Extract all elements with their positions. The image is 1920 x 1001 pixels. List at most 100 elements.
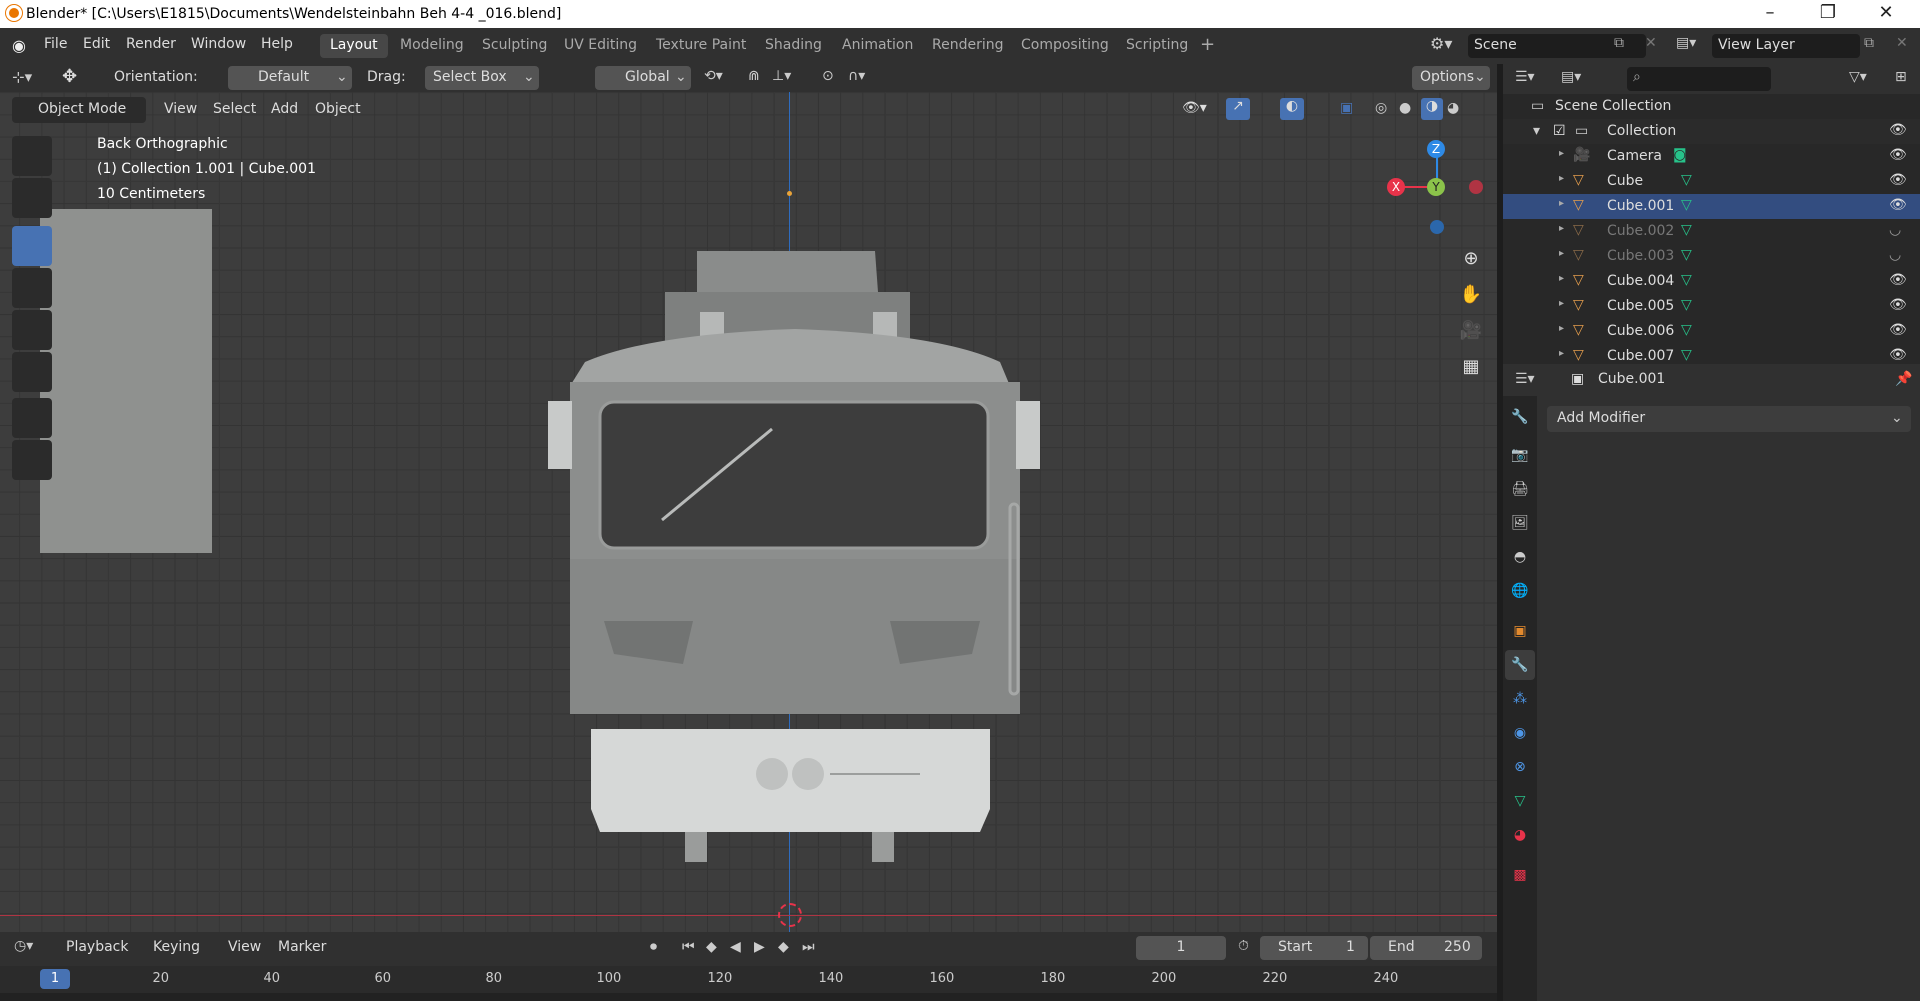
pivot-point-icon[interactable]: ⟲▾ bbox=[704, 68, 723, 84]
eye-icon[interactable]: 👁 bbox=[1889, 172, 1907, 188]
mesh-data-icon[interactable]: ▽ bbox=[1681, 297, 1692, 313]
collection-row[interactable]: ▾ ☑ ▭ Collection 👁 bbox=[1503, 119, 1920, 144]
material-shading-icon[interactable]: ◑ bbox=[1421, 98, 1443, 120]
editor-type-icon[interactable]: ⊹▾ bbox=[12, 68, 32, 86]
tool-tab-icon[interactable]: 🔧 bbox=[1505, 402, 1535, 432]
outliner-item-cube-006[interactable]: ▸ ▽ Cube.006 ▽ 👁 bbox=[1503, 319, 1920, 344]
visibility-icon[interactable]: 👁▾ bbox=[1182, 100, 1207, 116]
snap-icon[interactable]: ⋒ bbox=[748, 68, 760, 84]
jump-start-icon[interactable]: ⏮ bbox=[682, 939, 695, 955]
move-active-tool-icon[interactable]: ✥ bbox=[62, 66, 77, 87]
add-modifier-dropdown[interactable]: Add Modifier ⌄ bbox=[1547, 406, 1911, 432]
pan-hand-icon[interactable]: ✋ bbox=[1456, 280, 1486, 310]
object-mode-dropdown[interactable]: Object Mode bbox=[12, 97, 146, 123]
tab-animation[interactable]: Animation bbox=[832, 34, 923, 58]
gizmo-neg-z-icon[interactable] bbox=[1430, 220, 1444, 234]
pin-icon[interactable]: 📌 bbox=[1895, 371, 1912, 387]
properties-editor-icon[interactable]: ☰▾ bbox=[1515, 371, 1535, 387]
expand-icon[interactable]: ▸ bbox=[1559, 323, 1564, 334]
filter-icon[interactable]: ▽▾ bbox=[1849, 69, 1867, 85]
expand-icon[interactable]: ▸ bbox=[1559, 148, 1564, 159]
tab-scripting[interactable]: Scripting bbox=[1116, 34, 1198, 58]
menu-playback[interactable]: Playback bbox=[66, 939, 128, 955]
render-tab-icon[interactable]: 📷 bbox=[1505, 440, 1535, 470]
drag-dropdown[interactable]: Select Box ⌄ bbox=[425, 66, 539, 90]
menu-view[interactable]: View bbox=[164, 101, 197, 117]
modifier-tab-icon[interactable]: 🔧 bbox=[1505, 650, 1535, 680]
outliner-item-cube-005[interactable]: ▸ ▽ Cube.005 ▽ 👁 bbox=[1503, 294, 1920, 319]
scene-selector-icon[interactable]: ⚙▾ bbox=[1430, 34, 1452, 53]
gizmo-z-icon[interactable]: Z bbox=[1427, 140, 1445, 158]
gizmo-x-icon[interactable]: X bbox=[1387, 178, 1405, 196]
transform-tool-icon[interactable] bbox=[12, 352, 52, 392]
expand-icon[interactable]: ▸ bbox=[1559, 223, 1564, 234]
tab-rendering[interactable]: Rendering bbox=[922, 34, 1014, 58]
new-scene-icon[interactable]: ⧉ bbox=[1614, 35, 1624, 51]
expand-icon[interactable]: ▸ bbox=[1559, 298, 1564, 309]
outliner-editor-icon[interactable]: ☰▾ bbox=[1515, 69, 1535, 85]
viewlayer-field[interactable]: View Layer bbox=[1712, 34, 1860, 58]
eye-icon[interactable]: 👁 bbox=[1889, 147, 1907, 163]
new-viewlayer-icon[interactable]: ⧉ bbox=[1864, 35, 1874, 51]
menu-file[interactable]: File bbox=[44, 36, 67, 52]
outliner-item-camera[interactable]: ▸ 🎥 Camera ◙ 👁 bbox=[1503, 144, 1920, 169]
annotate-tool-icon[interactable] bbox=[12, 398, 52, 438]
expand-icon[interactable]: ▸ bbox=[1559, 273, 1564, 284]
orientation-dropdown[interactable]: Default ⌄ bbox=[228, 66, 352, 90]
menu-object[interactable]: Object bbox=[315, 101, 361, 117]
rendered-shading-icon[interactable]: ◕ bbox=[1447, 100, 1459, 116]
rotate-tool-icon[interactable] bbox=[12, 268, 52, 308]
outliner-search-input[interactable]: ⌕ bbox=[1627, 67, 1771, 91]
3d-viewport[interactable]: Back Orthographic (1) Collection 1.001 |… bbox=[0, 64, 1497, 932]
overlay-toggle-icon[interactable]: ◐ bbox=[1280, 98, 1304, 120]
texture-tab-icon[interactable]: ▩ bbox=[1505, 860, 1535, 890]
tram-model[interactable] bbox=[540, 224, 1050, 874]
scale-tool-icon[interactable] bbox=[12, 310, 52, 350]
output-tab-icon[interactable]: 🖨 bbox=[1505, 474, 1535, 504]
restore-icon[interactable]: ❐ bbox=[1818, 3, 1838, 23]
navigation-gizmo[interactable]: Z X Y bbox=[1387, 134, 1487, 244]
expand-icon[interactable]: ▸ bbox=[1559, 348, 1564, 359]
ortho-grid-icon[interactable]: ▦ bbox=[1456, 352, 1486, 382]
mesh-data-tab-icon[interactable]: ▽ bbox=[1505, 786, 1535, 816]
end-frame-field[interactable]: End 250 bbox=[1370, 936, 1482, 960]
reference-plane[interactable] bbox=[40, 209, 212, 553]
move-tool-icon[interactable] bbox=[12, 226, 52, 266]
zoom-icon[interactable]: ⊕ bbox=[1456, 244, 1486, 274]
expand-icon[interactable]: ▸ bbox=[1559, 248, 1564, 259]
gizmo-neg-x-icon[interactable] bbox=[1469, 180, 1483, 194]
mesh-data-icon[interactable]: ▽ bbox=[1681, 347, 1692, 363]
minimize-icon[interactable]: – bbox=[1760, 3, 1780, 23]
prev-keyframe-icon[interactable]: ◆ bbox=[706, 939, 717, 955]
gizmo-toggle-icon[interactable]: ↗ bbox=[1226, 98, 1250, 120]
expand-icon[interactable]: ▾ bbox=[1533, 123, 1540, 139]
constraints-tab-icon[interactable]: ⊗ bbox=[1505, 752, 1535, 782]
tab-layout[interactable]: Layout bbox=[320, 34, 388, 58]
eye-icon[interactable]: 👁 bbox=[1889, 122, 1907, 138]
eye-icon[interactable]: 👁 bbox=[1889, 272, 1907, 288]
expand-icon[interactable]: ▸ bbox=[1559, 173, 1564, 184]
tab-sculpting[interactable]: Sculpting bbox=[472, 34, 557, 58]
outliner-item-cube-003[interactable]: ▸ ▽ Cube.003 ▽ ◡ bbox=[1503, 244, 1920, 269]
delete-viewlayer-icon[interactable]: ✕ bbox=[1896, 35, 1908, 51]
object-tab-icon[interactable]: ▣ bbox=[1505, 616, 1535, 646]
particles-tab-icon[interactable]: ⁂ bbox=[1505, 684, 1535, 714]
timeline-ruler[interactable]: 1 20 40 60 80 100 120 140 160 180 200 220 240 bbox=[0, 966, 1497, 993]
playhead[interactable]: 1 bbox=[40, 969, 70, 989]
mesh-data-icon[interactable]: ▽ bbox=[1681, 322, 1692, 338]
outliner-item-cube-001[interactable]: ▸ ▽ Cube.001 ▽ 👁 bbox=[1503, 194, 1920, 219]
select-box-tool-icon[interactable] bbox=[12, 136, 52, 176]
tab-uv-editing[interactable]: UV Editing bbox=[554, 34, 647, 58]
eye-icon[interactable]: 👁 bbox=[1889, 297, 1907, 313]
start-frame-field[interactable]: Start 1 bbox=[1260, 936, 1368, 960]
physics-tab-icon[interactable]: ◉ bbox=[1505, 718, 1535, 748]
falloff-icon[interactable]: ∩▾ bbox=[848, 68, 865, 84]
tab-texture-paint[interactable]: Texture Paint bbox=[646, 34, 756, 58]
tab-compositing[interactable]: Compositing bbox=[1011, 34, 1119, 58]
timeline-editor-icon[interactable]: ◷▾ bbox=[14, 938, 33, 954]
material-tab-icon[interactable]: ◕ bbox=[1505, 820, 1535, 850]
display-mode-icon[interactable]: ▤▾ bbox=[1561, 69, 1581, 85]
play-icon[interactable]: ▶ bbox=[754, 939, 765, 955]
next-keyframe-icon[interactable]: ◆ bbox=[778, 939, 789, 955]
outliner-item-cube-004[interactable]: ▸ ▽ Cube.004 ▽ 👁 bbox=[1503, 269, 1920, 294]
